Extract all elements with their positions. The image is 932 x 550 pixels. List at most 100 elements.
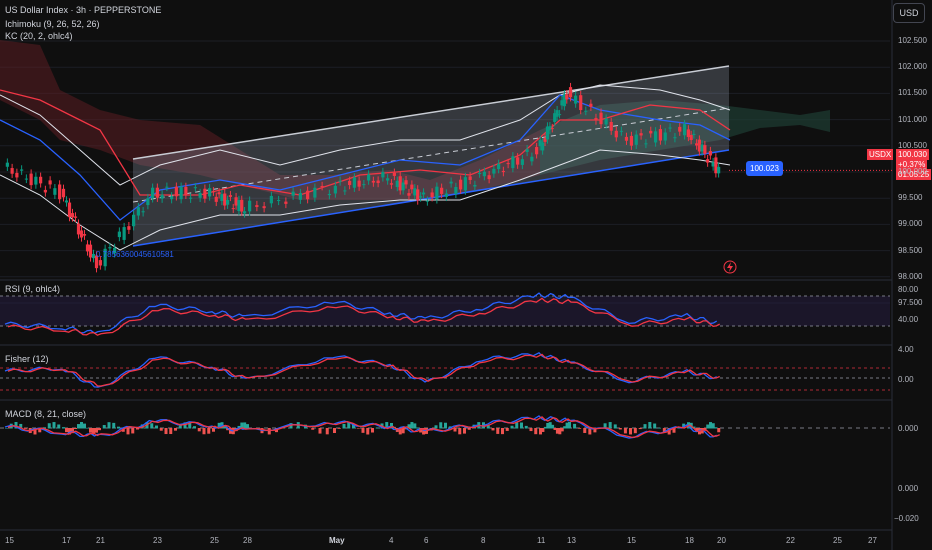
macd-histogram-bar — [52, 422, 56, 429]
candle-body — [20, 169, 24, 171]
candle-body — [594, 117, 598, 121]
fisher-title[interactable]: Fisher (12) — [5, 354, 49, 364]
candle-body — [320, 186, 324, 188]
fisher-axis-0: 0.00 — [898, 375, 914, 384]
macd-histogram-bar — [560, 428, 564, 432]
candle-body — [629, 135, 634, 146]
macd-histogram-bar — [534, 428, 538, 435]
macd-histogram-bar — [703, 428, 707, 430]
keltner-legend[interactable]: KC (20, 2, ohlc4) — [5, 31, 73, 41]
candle — [82, 229, 87, 240]
candle — [61, 184, 66, 202]
candle — [24, 174, 28, 184]
time-axis-label: 18 — [685, 536, 694, 545]
macd-histogram-bar — [629, 428, 632, 435]
candle-body — [262, 206, 266, 209]
candle — [91, 249, 96, 263]
price-symbol-tag: USDX — [867, 149, 894, 160]
macd-histogram-bar — [117, 426, 120, 429]
price-axis-label: 102.500 — [898, 36, 927, 45]
time-axis-label: 6 — [424, 536, 429, 545]
candle-body — [425, 200, 429, 202]
macd-histogram-bar — [246, 424, 249, 429]
candle-body — [240, 199, 244, 212]
macd-histogram-bar — [717, 428, 721, 433]
macd-histogram-bar — [164, 428, 168, 435]
candle-body — [649, 130, 653, 134]
macd-histogram-bar — [86, 427, 89, 429]
symbol-title: US Dollar Index · 3h · PEPPERSTONE — [5, 5, 162, 15]
candle-body — [614, 130, 618, 138]
candle-body — [132, 214, 136, 227]
candle-body — [193, 187, 197, 189]
time-axis-label: 23 — [153, 536, 162, 545]
candle — [15, 168, 19, 182]
candle-body — [535, 147, 539, 155]
lightning-icon[interactable] — [723, 260, 737, 274]
macd-histogram-bar — [243, 422, 247, 429]
candle-body — [327, 193, 331, 196]
macd-histogram-bar — [207, 428, 211, 434]
macd-histogram-bar — [77, 424, 80, 429]
candle-body — [530, 156, 534, 162]
macd-histogram-bar — [613, 424, 617, 429]
candle-body — [717, 166, 721, 174]
candle-body — [203, 188, 207, 199]
macd-histogram-bar — [638, 428, 642, 430]
candle — [34, 172, 38, 189]
macd-histogram-bar — [89, 428, 92, 433]
macd-histogram-bar — [193, 426, 196, 429]
macd-histogram-bar — [174, 428, 177, 431]
candle-body — [404, 180, 408, 185]
macd-histogram-bar — [463, 428, 466, 434]
macd-histogram-bar — [578, 428, 582, 429]
time-axis-label: 15 — [5, 536, 14, 545]
macd-histogram-bar — [102, 425, 106, 429]
macd-histogram-bar — [633, 428, 637, 434]
candle — [117, 227, 121, 242]
macd-histogram-bar — [410, 422, 414, 429]
candle-body — [492, 168, 496, 174]
macd-title[interactable]: MACD (8, 21, close) — [5, 409, 86, 419]
candle-body — [555, 110, 559, 117]
candle — [39, 172, 43, 188]
candle-body — [141, 211, 145, 213]
candle-body — [511, 156, 515, 169]
candle-body — [220, 194, 224, 201]
candle-body — [416, 189, 420, 201]
candle-body — [231, 208, 235, 210]
candle-body — [634, 134, 638, 145]
macd-histogram-bar — [361, 428, 365, 433]
candle-body — [714, 157, 718, 174]
rsi-title[interactable]: RSI (9, ohlc4) — [5, 284, 60, 294]
macd-histogram-bar — [112, 422, 116, 429]
candle-body — [381, 172, 385, 178]
candle-body — [407, 193, 411, 196]
ichimoku-legend[interactable]: Ichimoku (9, 26, 52, 26) — [5, 19, 100, 29]
time-axis-label: 21 — [96, 536, 105, 545]
macd-histogram-bar — [267, 428, 271, 435]
candle-body — [619, 130, 623, 132]
macd-histogram-bar — [416, 427, 420, 429]
candle-body — [146, 198, 150, 206]
candle-body — [644, 143, 648, 145]
price-axis-label: 101.000 — [898, 114, 927, 124]
macd-axis-neg: −0.020 — [894, 514, 919, 523]
candle-body — [501, 170, 505, 173]
candle-body — [217, 192, 221, 195]
candle-body — [487, 175, 491, 180]
chart-canvas[interactable] — [0, 0, 932, 550]
candle-body — [520, 159, 524, 165]
macd-histogram-bar — [202, 428, 206, 435]
candle-body — [389, 183, 394, 185]
currency-button[interactable]: USD — [893, 3, 925, 23]
candle-body — [376, 180, 380, 184]
macd-histogram-bar — [212, 428, 215, 432]
macd-histogram-bar — [333, 428, 336, 434]
fisher-line — [4, 351, 717, 388]
candle-body — [516, 157, 520, 165]
macd-histogram-bar — [136, 428, 139, 430]
candle-body — [463, 177, 467, 191]
time-axis-label: 15 — [627, 536, 636, 545]
candle — [127, 221, 131, 235]
